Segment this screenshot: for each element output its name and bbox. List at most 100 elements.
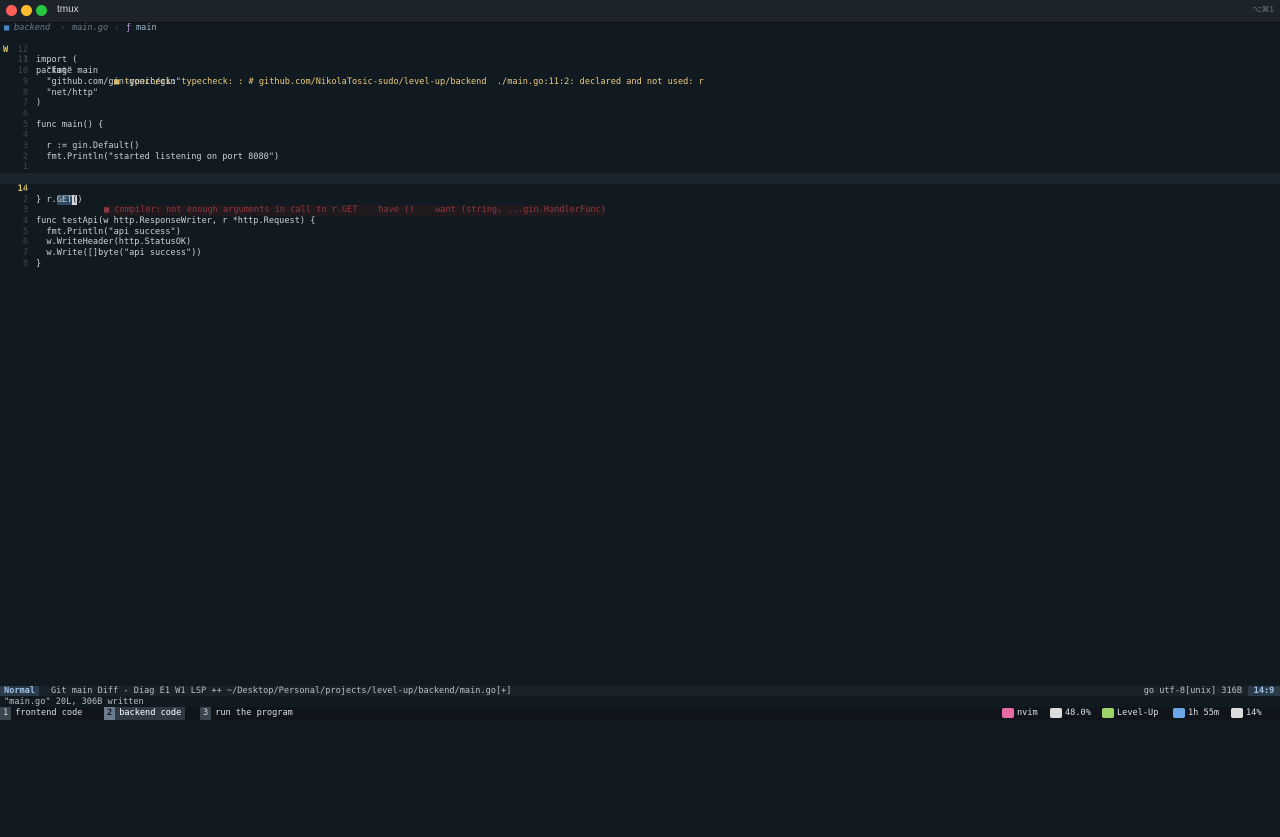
tmux-status-session: Level-Up bbox=[1102, 707, 1161, 720]
code-line[interactable]: 4 bbox=[0, 130, 1280, 141]
code-text: fmt.Println("started listening on port 8… bbox=[36, 151, 280, 162]
current-code-line[interactable]: 14 r.GET() ■ compiler: not enough argume… bbox=[0, 173, 1280, 216]
tmux-window-name: backend code bbox=[115, 707, 186, 720]
battery-label: 14% bbox=[1246, 708, 1262, 718]
line-number: 8 bbox=[22, 87, 28, 98]
uptime-label: 1h 55m bbox=[1188, 708, 1220, 718]
code-line[interactable]: 11 import ( bbox=[0, 55, 1280, 66]
command-message: "main.go" 20L, 306B written bbox=[4, 697, 144, 707]
code-line[interactable]: 12 bbox=[0, 45, 1280, 56]
line-number: 4 bbox=[22, 130, 28, 141]
code-line[interactable]: 4 func testApi(w http.ResponseWriter, r *… bbox=[0, 216, 1280, 227]
clock-icon bbox=[1173, 708, 1185, 718]
code-line[interactable]: 2} bbox=[0, 195, 1280, 206]
function-icon: ƒ bbox=[126, 23, 132, 33]
code-line[interactable]: 10 "fmt" bbox=[0, 66, 1280, 77]
line-number: 1 bbox=[22, 183, 28, 194]
breadcrumb-symbol[interactable]: main bbox=[136, 23, 157, 33]
code-text: "fmt" bbox=[36, 66, 73, 77]
window-title: tmux bbox=[57, 4, 79, 15]
tmux-window-tab[interactable]: 3 run the program bbox=[200, 707, 297, 720]
code-text: w.Write([]byte("api success")) bbox=[36, 248, 202, 258]
line-number: 3 bbox=[22, 141, 28, 151]
code-line[interactable]: 9 "github.com/gin-gonic/gin" bbox=[0, 77, 1280, 88]
tmux-status-cpu: 48.0% bbox=[1050, 707, 1094, 720]
line-number: 2 bbox=[22, 194, 28, 205]
code-text: w.WriteHeader(http.StatusOK) bbox=[36, 237, 192, 248]
code-line[interactable]: 5 func main() { bbox=[0, 120, 1280, 131]
breadcrumb: ■ backend › main.go › ƒ main bbox=[0, 23, 1280, 34]
tmux-status-battery: 14% bbox=[1231, 707, 1265, 720]
code-line[interactable]: 2 fmt.Println("started listening on port… bbox=[0, 152, 1280, 163]
tmux-window-index: 2 bbox=[104, 707, 116, 720]
line-number: 4 bbox=[22, 215, 28, 226]
breadcrumb-folder[interactable]: backend bbox=[14, 23, 50, 33]
close-window-button[interactable] bbox=[6, 5, 17, 16]
breadcrumb-separator: › bbox=[114, 23, 120, 33]
tmux-window-index: 3 bbox=[200, 707, 212, 720]
line-number: 1 bbox=[22, 162, 28, 173]
breadcrumb-file[interactable]: main.go bbox=[72, 23, 108, 33]
code-text: import ( bbox=[36, 55, 78, 66]
tmux-window-index: 1 bbox=[0, 707, 12, 720]
code-line[interactable]: 8} bbox=[0, 259, 1280, 270]
code-line[interactable]: 3 bbox=[0, 205, 1280, 216]
line-number: 6 bbox=[22, 237, 28, 248]
code-line[interactable]: 7 w.Write([]byte("api success")) bbox=[0, 248, 1280, 259]
code-text: } bbox=[36, 194, 42, 205]
line-number: 5 bbox=[22, 226, 28, 237]
maximize-window-button[interactable] bbox=[36, 5, 47, 16]
code-text: func testApi(w http.ResponseWriter, r *h… bbox=[36, 215, 316, 226]
code-text: r := gin.Default() bbox=[36, 141, 140, 151]
code-text: func main() { bbox=[36, 119, 104, 130]
window-shortcut: ⌥⌘1 bbox=[1252, 5, 1274, 14]
code-line[interactable]: 7) bbox=[0, 98, 1280, 109]
statusline-encoding: go utf-8[unix] 316B bbox=[1143, 686, 1242, 696]
code-line[interactable]: 1 bbox=[0, 184, 1280, 195]
cpu-icon bbox=[1050, 708, 1062, 718]
line-number: 7 bbox=[22, 248, 28, 258]
statusline-file-info: Git main Diff - Diag E1 W1 LSP ++ ~/Desk… bbox=[51, 686, 512, 696]
line-number: 5 bbox=[22, 119, 28, 130]
tmux-window-tab[interactable]: 1 frontend code bbox=[0, 707, 86, 720]
tmux-window-name: frontend code bbox=[15, 708, 83, 718]
minimize-window-button[interactable] bbox=[21, 5, 32, 16]
folder-icon: ■ bbox=[4, 23, 10, 33]
code-line[interactable]: 3 r := gin.Default() bbox=[0, 141, 1280, 152]
code-text: fmt.Println("api success") bbox=[36, 226, 181, 237]
code-line[interactable]: 5 fmt.Println("api success") bbox=[0, 227, 1280, 238]
code-text: "net/http" bbox=[36, 87, 99, 98]
line-number: 9 bbox=[22, 76, 28, 87]
line-number: 12 bbox=[17, 44, 28, 55]
line-number: 2 bbox=[22, 151, 28, 162]
tmux-window-tab-active[interactable]: 2 backend code bbox=[104, 707, 186, 720]
line-number: 6 bbox=[22, 108, 28, 119]
cpu-label: 48.0% bbox=[1065, 708, 1091, 718]
session-icon bbox=[1102, 708, 1114, 718]
code-line[interactable]: W 13 package main ■ typecheck: typecheck… bbox=[0, 34, 1280, 87]
code-line[interactable]: 6 bbox=[0, 109, 1280, 120]
process-icon bbox=[1002, 708, 1014, 718]
line-number: 10 bbox=[17, 66, 28, 77]
tmux-window-name: run the program bbox=[215, 708, 293, 718]
line-number: 7 bbox=[22, 98, 28, 109]
window-titlebar: tmux ⌥⌘1 bbox=[0, 0, 1280, 23]
editor-buffer[interactable]: W 13 package main ■ typecheck: typecheck… bbox=[0, 34, 1280, 686]
line-number: 8 bbox=[22, 258, 28, 269]
code-line[interactable]: 8 "net/http" bbox=[0, 88, 1280, 99]
mode-indicator: Normal bbox=[0, 686, 40, 696]
breadcrumb-separator: › bbox=[60, 23, 66, 33]
session-label: Level-Up bbox=[1117, 708, 1159, 718]
line-number: 11 bbox=[17, 55, 28, 66]
code-text: "github.com/gin-gonic/gin" bbox=[36, 76, 181, 87]
code-text: } bbox=[36, 258, 42, 269]
tmux-status-uptime: 1h 55m bbox=[1173, 707, 1222, 720]
code-line[interactable]: 1 bbox=[0, 162, 1280, 173]
line-number: 3 bbox=[22, 205, 28, 216]
process-label: nvim bbox=[1017, 708, 1038, 718]
code-line[interactable]: 6 w.WriteHeader(http.StatusOK) bbox=[0, 237, 1280, 248]
code-text: ) bbox=[36, 98, 42, 109]
tmux-status-process: nvim bbox=[1002, 707, 1041, 720]
cursor-position: 14:9 bbox=[1248, 686, 1280, 696]
battery-icon bbox=[1231, 708, 1243, 718]
